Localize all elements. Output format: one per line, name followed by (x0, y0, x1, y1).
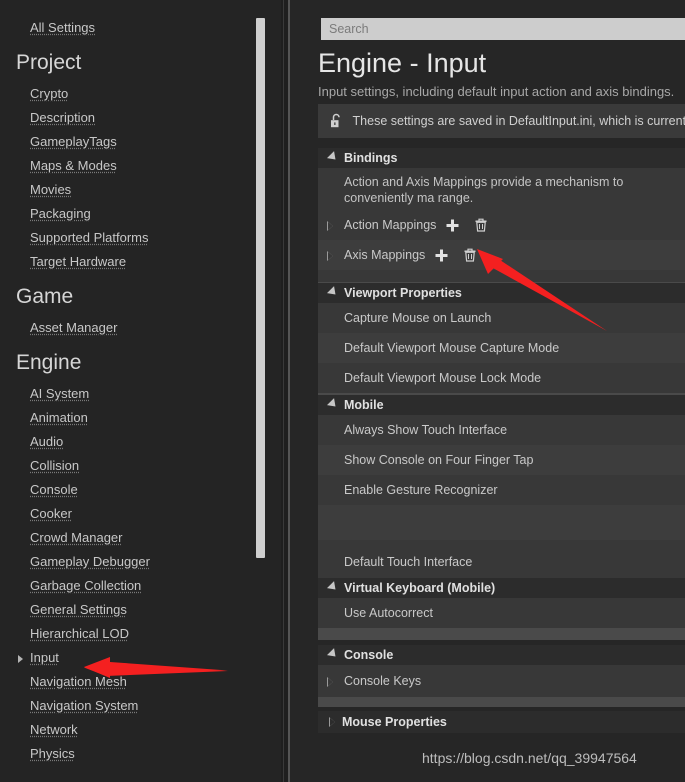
section-bindings-title: Bindings (344, 151, 398, 165)
sidebar-category-project: Project (16, 51, 82, 74)
property-label-show-console-on-four-finger-tap: Show Console on Four Finger Tap (344, 453, 534, 467)
expand-triangle-icon[interactable] (326, 676, 335, 687)
chevron-down-icon[interactable] (326, 285, 340, 298)
sidebar-item-cooker[interactable]: Cooker (0, 502, 281, 526)
property-row-capture-mouse-on-launch[interactable]: Capture Mouse on Launch (318, 303, 685, 333)
sidebar-item-audio[interactable]: Audio (0, 430, 281, 454)
sidebar-item-collision[interactable]: Collision (0, 454, 281, 478)
sidebar-item-packaging[interactable]: Packaging (0, 202, 281, 226)
property-label-capture-mouse-on-launch: Capture Mouse on Launch (344, 311, 492, 325)
settings-sidebar: All Settings Project Crypto Description … (0, 0, 281, 782)
sidebar-item-animation[interactable]: Animation (0, 406, 281, 430)
property-row-action-mappings[interactable]: Action Mappings (318, 210, 685, 240)
sidebar-item-asset-manager[interactable]: Asset Manager (0, 316, 281, 340)
expand-triangle-icon[interactable] (326, 250, 335, 261)
section-console-header[interactable]: Console (318, 645, 685, 665)
section-spacer-band (318, 697, 685, 707)
section-console-title: Console (344, 648, 394, 662)
section-viewport-properties: Viewport Properties Capture Mouse on Lau… (318, 283, 685, 405)
sidebar-item-general-settings[interactable]: General Settings (0, 598, 281, 622)
sidebar-item-gameplaytags[interactable]: GameplayTags (0, 130, 281, 154)
sidebar-item-garbage-collection[interactable]: Garbage Collection (0, 574, 281, 598)
property-label-axis-mappings: Axis Mappings (344, 248, 426, 262)
sidebar-divider (283, 0, 284, 782)
chevron-down-icon[interactable] (326, 150, 340, 163)
property-row-always-show-touch-interface[interactable]: Always Show Touch Interface (318, 415, 685, 445)
chevron-down-icon[interactable] (326, 397, 340, 410)
sidebar-item-ai-system[interactable]: AI System (0, 382, 281, 406)
chevron-down-icon[interactable] (326, 647, 340, 660)
section-mouse-properties-title: Mouse Properties (342, 715, 447, 729)
sidebar-item-movies[interactable]: Movies (0, 178, 281, 202)
sidebar-item-crowd-manager[interactable]: Crowd Manager (0, 526, 281, 550)
property-label-default-viewport-mouse-lock-mode: Default Viewport Mouse Lock Mode (344, 371, 542, 385)
property-label-default-touch-interface: Default Touch Interface (344, 555, 473, 569)
section-mobile-title: Mobile (344, 398, 384, 412)
section-viewport-properties-header[interactable]: Viewport Properties (318, 283, 685, 303)
property-row-enable-gesture-recognizer[interactable]: Enable Gesture Recognizer (318, 475, 685, 505)
expand-triangle-icon[interactable] (326, 220, 335, 231)
sidebar-item-supported-platforms[interactable]: Supported Platforms (0, 226, 281, 250)
sidebar-category-engine: Engine (16, 351, 82, 374)
property-row-default-viewport-mouse-capture-mode[interactable]: Default Viewport Mouse Capture Mode (318, 333, 685, 363)
unlocked-padlock-icon (328, 113, 345, 129)
sidebar-item-gameplay-debugger[interactable]: Gameplay Debugger (0, 550, 281, 574)
property-label-use-autocorrect: Use Autocorrect (344, 606, 433, 620)
project-settings-window: All Settings Project Crypto Description … (0, 0, 685, 782)
property-row-console-keys[interactable]: Console Keys (318, 665, 685, 697)
delete-action-mappings-button[interactable] (475, 218, 487, 232)
ini-file-notice: These settings are saved in DefaultInput… (318, 104, 685, 138)
add-axis-mapping-button[interactable] (435, 249, 448, 262)
section-bindings-description: Action and Axis Mappings provide a mecha… (344, 175, 624, 205)
sidebar-item-crypto[interactable]: Crypto (0, 82, 281, 106)
sidebar-scrollbar-thumb[interactable] (256, 18, 265, 558)
section-mouse-properties: Mouse Properties (318, 711, 685, 741)
property-label-console-keys: Console Keys (344, 674, 422, 688)
section-bindings: Bindings Action and Axis Mappings provid… (318, 148, 685, 294)
property-row-default-viewport-mouse-lock-mode[interactable]: Default Viewport Mouse Lock Mode (318, 363, 685, 393)
search-input[interactable] (321, 18, 685, 40)
sidebar-item-navigation-system[interactable]: Navigation System (0, 694, 281, 718)
sidebar-item-all-settings[interactable]: All Settings (0, 16, 281, 40)
sidebar-category-game: Game (16, 285, 74, 308)
property-row-use-autocorrect[interactable]: Use Autocorrect (318, 598, 685, 628)
page-title: Engine - Input (318, 48, 487, 78)
property-row-show-console-on-four-finger-tap[interactable]: Show Console on Four Finger Tap (318, 445, 685, 475)
section-virtual-keyboard-title: Virtual Keyboard (Mobile) (344, 581, 496, 595)
property-label-always-show-touch-interface: Always Show Touch Interface (344, 423, 508, 437)
sidebar-item-input[interactable]: Input (0, 646, 281, 670)
section-virtual-keyboard-header[interactable]: Virtual Keyboard (Mobile) (318, 578, 685, 598)
property-row-empty (318, 505, 685, 540)
section-mouse-properties-header[interactable]: Mouse Properties (318, 711, 685, 733)
delete-axis-mappings-button[interactable] (464, 248, 476, 262)
page-subtitle: Input settings, including default input … (318, 84, 675, 99)
property-label-enable-gesture-recognizer: Enable Gesture Recognizer (344, 483, 498, 497)
sidebar-item-network[interactable]: Network (0, 718, 281, 742)
section-viewport-properties-title: Viewport Properties (344, 286, 462, 300)
sidebar-item-description[interactable]: Description (0, 106, 281, 130)
ini-file-notice-text: These settings are saved in DefaultInput… (352, 114, 685, 128)
sidebar-item-navigation-mesh[interactable]: Navigation Mesh (0, 670, 281, 694)
sidebar-item-input-label[interactable]: Input (0, 646, 281, 670)
sidebar-item-physics[interactable]: Physics (0, 742, 281, 766)
sidebar-item-maps-and-modes[interactable]: Maps & Modes (0, 154, 281, 178)
property-label-default-viewport-mouse-capture-mode: Default Viewport Mouse Capture Mode (344, 341, 560, 355)
section-mobile-header[interactable]: Mobile (318, 395, 685, 415)
section-console: Console Console Keys (318, 645, 685, 707)
section-virtual-keyboard: Virtual Keyboard (Mobile) Use Autocorrec… (318, 578, 685, 640)
sidebar-item-console[interactable]: Console (0, 478, 281, 502)
property-label-action-mappings: Action Mappings (344, 218, 437, 232)
chevron-right-icon[interactable] (328, 717, 336, 727)
section-bindings-header[interactable]: Bindings (318, 148, 685, 168)
sidebar-item-target-hardware[interactable]: Target Hardware (0, 250, 281, 274)
chevron-down-icon[interactable] (326, 580, 340, 593)
sidebar-item-hierarchical-lod[interactable]: Hierarchical LOD (0, 622, 281, 646)
watermark-text: https://blog.csdn.net/qq_39947564 (422, 750, 637, 766)
add-action-mapping-button[interactable] (446, 219, 459, 232)
expand-triangle-icon[interactable] (18, 655, 23, 663)
section-mobile: Mobile Always Show Touch Interface Show … (318, 395, 685, 596)
section-spacer-band (318, 628, 685, 640)
property-row-axis-mappings[interactable]: Axis Mappings (318, 240, 685, 270)
